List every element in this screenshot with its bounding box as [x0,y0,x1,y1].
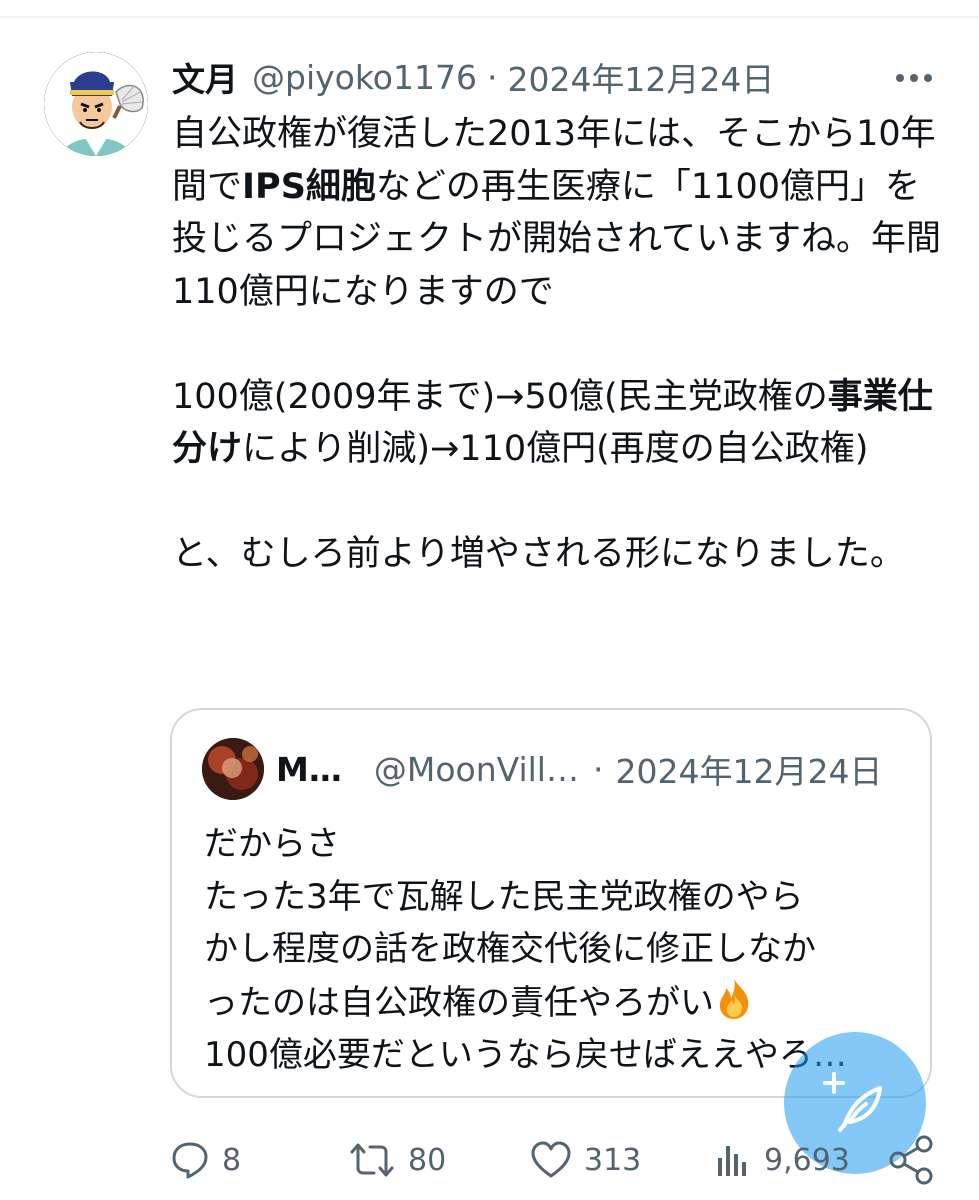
author-display-name[interactable]: 文月 [172,53,238,101]
reply-icon [172,1142,208,1179]
reply-count: 8 [222,1142,242,1178]
quoted-line: ったのは自公政権の責任やろがい [204,982,714,1023]
tweet-bold-segment: IPS細胞 [242,166,376,207]
tweet-text-segment: 100億(2009年まで)→50億(民主党政権の [172,376,828,417]
quoted-author-avatar[interactable] [202,738,264,800]
top-divider [0,16,979,18]
fire-icon [714,976,754,1020]
quoted-line: だからさ [204,824,340,864]
quoted-tweet-card[interactable]: M… @MoonVill… · 2024年12月24日 だからさ たった3年で瓦… [170,708,932,1098]
analytics-icon [718,1146,746,1176]
share-button[interactable] [886,1134,936,1186]
quoted-line-with-fire: ったのは自公政権の責任やろがい [204,976,914,1030]
header-separator: · [486,57,498,97]
heart-icon [531,1141,571,1178]
quoted-header-separator: · [592,749,604,789]
quoted-line: たった3年で瓦解した民主党政権のやら [204,876,804,917]
quoted-line: かし程度の話を政権交代後に修正しなか [204,929,816,969]
tweet-paragraph: 自公政権が復活した2013年には、そこから10年間でIPS細胞などの再生医療に「… [172,108,942,318]
tweet-actions-bar: 8 80 313 9,693 [0,1130,979,1190]
more-icon[interactable] [890,58,938,98]
like-button[interactable]: 313 [530,1130,641,1190]
tweet-text-segment: と、むしろ前より増やされる形になりました。 [172,534,905,574]
tweet-date[interactable]: 2024年12月24日 [507,53,774,101]
tweet-header: 文月 @piyoko1176 · 2024年12月24日 [172,54,774,100]
view-count: 9,693 [764,1142,850,1178]
like-count: 313 [584,1142,642,1178]
quoted-author-handle[interactable]: @MoonVill… [374,750,579,789]
quoted-tweet-header: M… @MoonVill… · 2024年12月24日 [276,746,882,792]
tweet-text-segment: により削減)→110億円(再度の自公政権) [242,429,869,469]
tweet-paragraph: 100億(2009年まで)→50億(民主党政権の事業仕分けにより削減)→110億… [172,371,942,476]
quoted-avatar-photo [202,738,264,800]
share-icon [889,1135,933,1185]
tweet-paragraph: と、むしろ前より増やされる形になりました。 [172,528,942,581]
quoted-author-display-name[interactable]: M… [276,750,342,789]
author-avatar-illustration [44,52,148,156]
tweet-text: 自公政権が復活した2013年には、そこから10年間でIPS細胞などの再生医療に「… [172,108,942,581]
quoted-tweet-text: だからさ たった3年で瓦解した民主党政権のやら かし程度の話を政権交代後に修正し… [204,818,914,1082]
retweet-button[interactable]: 80 [348,1130,446,1190]
author-handle[interactable]: @piyoko1176 [252,58,477,97]
retweet-icon [350,1143,394,1177]
compose-feather-icon [823,1072,882,1132]
views-button[interactable]: 9,693 [712,1130,850,1190]
retweet-count: 80 [408,1142,447,1178]
author-avatar[interactable] [44,52,148,156]
quoted-tweet-date[interactable]: 2024年12月24日 [615,745,882,793]
reply-button[interactable]: 8 [170,1130,241,1190]
